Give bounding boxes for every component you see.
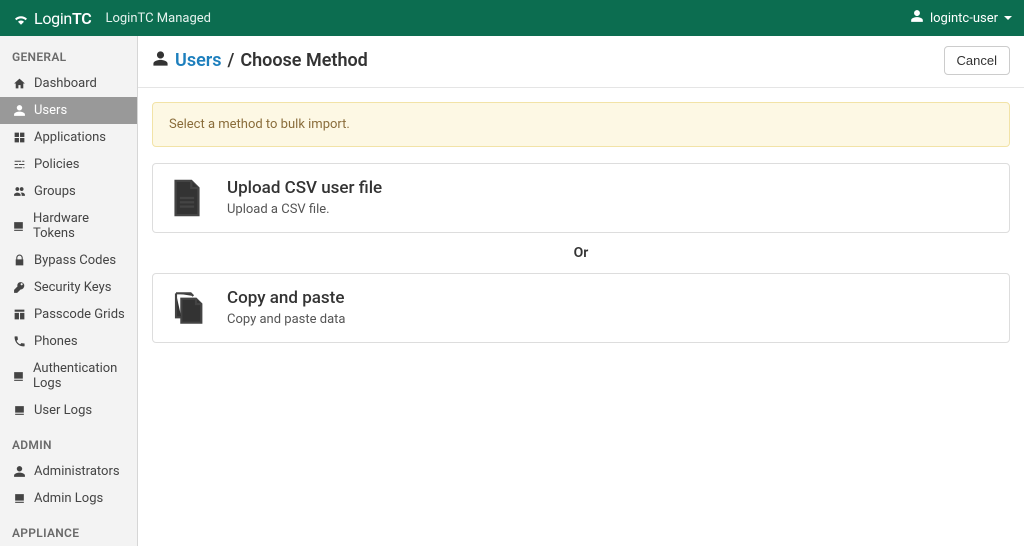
page-body: Select a method to bulk import. Upload C… — [138, 88, 1024, 357]
sidebar-item-administrators[interactable]: Administrators — [0, 458, 137, 485]
managed-label: LoginTC Managed — [105, 11, 211, 26]
sidebar: GENERAL Dashboard Users Applications Pol… — [0, 36, 138, 546]
sidebar-item-label: User Logs — [34, 403, 92, 418]
sidebar-item-policies[interactable]: Policies — [0, 151, 137, 178]
user-label: logintc-user — [930, 11, 998, 26]
sidebar-item-label: Applications — [34, 130, 106, 145]
method-upload-csv[interactable]: Upload CSV user file Upload a CSV file. — [152, 163, 1010, 233]
breadcrumb-current: Choose Method — [240, 50, 367, 71]
hdd-icon — [12, 220, 25, 233]
sidebar-item-dashboard[interactable]: Dashboard — [0, 70, 137, 97]
method-copy-paste[interactable]: Copy and paste Copy and paste data — [152, 273, 1010, 343]
user-icon — [12, 104, 26, 117]
sidebar-item-label: Security Keys — [34, 280, 111, 295]
sidebar-item-label: Administrators — [34, 464, 120, 479]
wifi-arc-icon — [12, 9, 30, 27]
hdd-icon — [12, 492, 26, 505]
brand-text: LoginTC — [34, 9, 91, 28]
sidebar-item-label: Passcode Grids — [34, 307, 125, 322]
sidebar-section-admin: ADMIN — [0, 424, 137, 458]
sidebar-item-label: Admin Logs — [34, 491, 103, 506]
sidebar-item-label: Groups — [34, 184, 76, 199]
method-desc: Upload a CSV file. — [227, 202, 382, 217]
cancel-button[interactable]: Cancel — [944, 46, 1010, 75]
home-icon — [12, 77, 26, 90]
table-icon — [12, 308, 26, 321]
sidebar-item-authentication-logs[interactable]: Authentication Logs — [0, 355, 137, 397]
info-alert: Select a method to bulk import. — [152, 102, 1010, 147]
brand-logo[interactable]: LoginTC — [12, 9, 91, 28]
main-content: Users / Choose Method Cancel Select a me… — [138, 36, 1024, 546]
sidebar-item-security-keys[interactable]: Security Keys — [0, 274, 137, 301]
hdd-icon — [12, 370, 25, 383]
sidebar-item-hardware-tokens[interactable]: Hardware Tokens — [0, 205, 137, 247]
sidebar-item-bypass-codes[interactable]: Bypass Codes — [0, 247, 137, 274]
sidebar-item-label: Users — [34, 103, 67, 118]
sliders-icon — [12, 158, 26, 171]
sidebar-section-appliance: APPLIANCE — [0, 512, 137, 546]
user-menu[interactable]: logintc-user — [910, 9, 1012, 27]
breadcrumb-users-link[interactable]: Users — [175, 50, 222, 71]
sidebar-item-phones[interactable]: Phones — [0, 328, 137, 355]
sidebar-section-general: GENERAL — [0, 36, 137, 70]
page-header: Users / Choose Method Cancel — [138, 36, 1024, 88]
sidebar-item-label: Bypass Codes — [34, 253, 116, 268]
breadcrumb-separator: / — [228, 50, 235, 71]
sidebar-item-label: Hardware Tokens — [33, 211, 125, 241]
sidebar-item-passcode-grids[interactable]: Passcode Grids — [0, 301, 137, 328]
sidebar-item-label: Phones — [34, 334, 78, 349]
key-icon — [12, 281, 26, 294]
breadcrumb: Users / Choose Method — [152, 50, 368, 72]
copy-icon — [169, 288, 209, 328]
users-icon — [12, 185, 26, 198]
method-title: Upload CSV user file — [227, 178, 382, 198]
user-icon — [910, 9, 924, 27]
lock-icon — [12, 254, 26, 267]
topbar: LoginTC LoginTC Managed logintc-user — [0, 0, 1024, 36]
file-icon — [169, 178, 209, 218]
topbar-left: LoginTC LoginTC Managed — [12, 9, 211, 28]
sidebar-item-label: Authentication Logs — [33, 361, 125, 391]
sidebar-item-users[interactable]: Users — [0, 97, 137, 124]
sidebar-item-label: Policies — [34, 157, 79, 172]
hdd-icon — [12, 404, 26, 417]
grid-icon — [12, 131, 26, 144]
method-desc: Copy and paste data — [227, 312, 345, 327]
sidebar-item-admin-logs[interactable]: Admin Logs — [0, 485, 137, 512]
sidebar-item-user-logs[interactable]: User Logs — [0, 397, 137, 424]
caret-down-icon — [1004, 16, 1012, 20]
or-separator: Or — [152, 233, 1010, 273]
sidebar-item-groups[interactable]: Groups — [0, 178, 137, 205]
user-icon — [12, 465, 26, 478]
user-icon — [152, 50, 169, 72]
phone-icon — [12, 335, 26, 348]
sidebar-item-applications[interactable]: Applications — [0, 124, 137, 151]
method-title: Copy and paste — [227, 288, 345, 308]
sidebar-item-label: Dashboard — [34, 76, 97, 91]
